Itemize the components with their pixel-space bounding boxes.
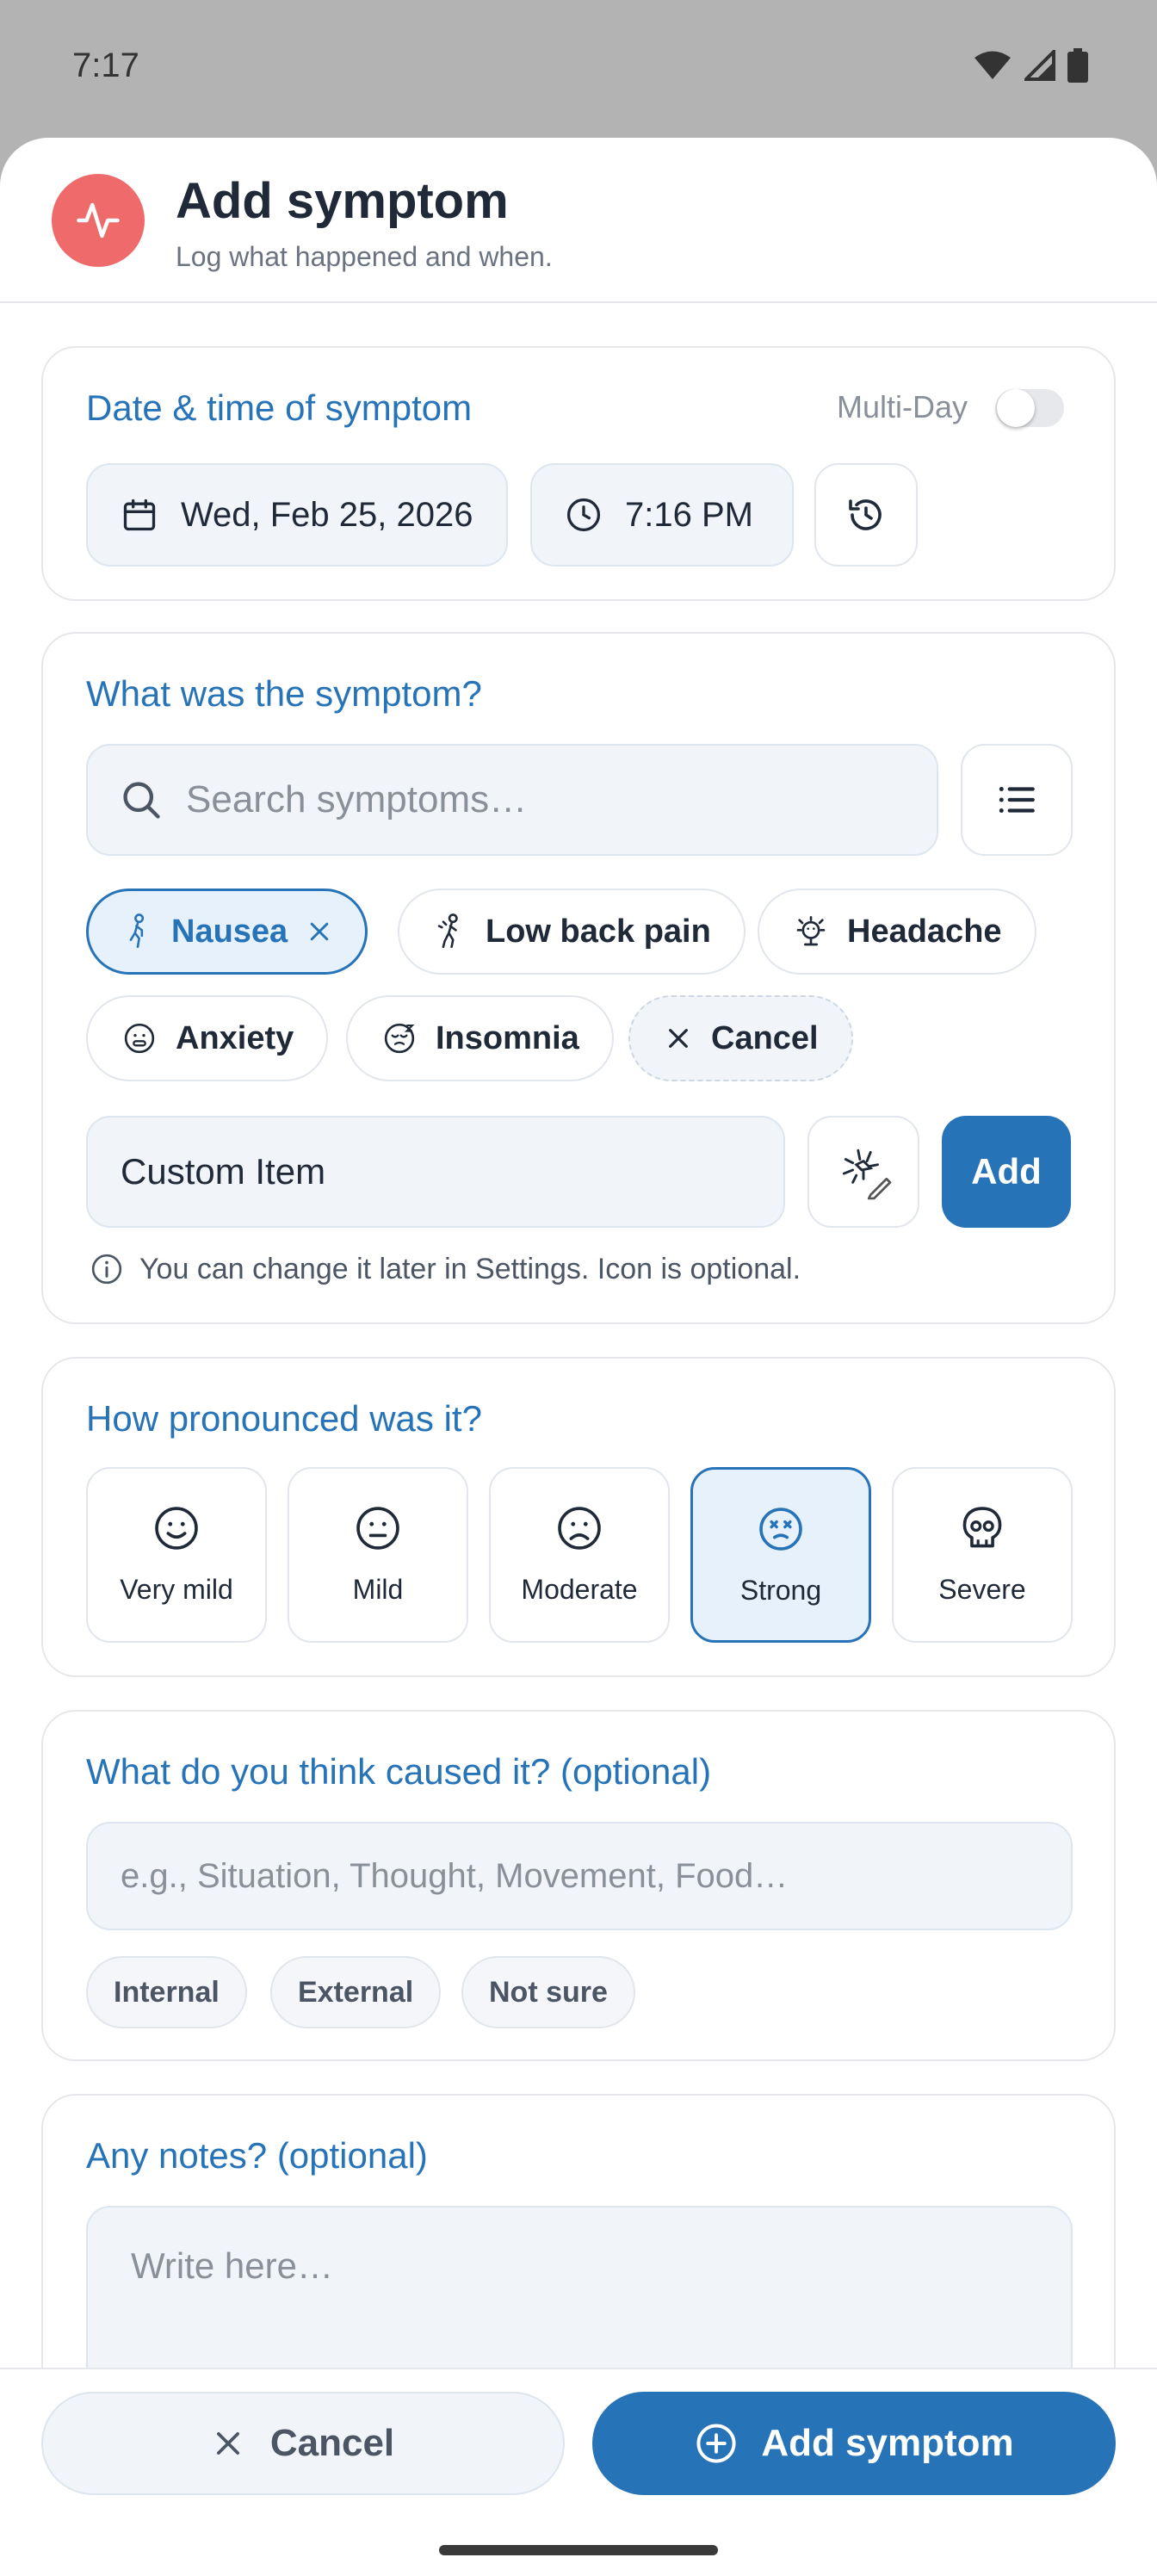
tired-face-icon bbox=[384, 1023, 415, 1054]
date-value: Wed, Feb 25, 2026 bbox=[181, 495, 473, 534]
chip-label: Anxiety bbox=[176, 1019, 294, 1056]
time-value: 7:16 PM bbox=[625, 495, 753, 534]
severity-very-mild[interactable]: Very mild bbox=[86, 1467, 267, 1643]
symptom-title: What was the symptom? bbox=[86, 673, 482, 714]
close-icon bbox=[669, 1029, 688, 1048]
chip-nausea[interactable]: Nausea bbox=[86, 889, 368, 975]
severity-severe[interactable]: Severe bbox=[892, 1467, 1073, 1643]
chip-low-back-pain[interactable]: Low back pain bbox=[398, 889, 746, 975]
recent-times-button[interactable] bbox=[814, 463, 918, 567]
add-symptom-button-label: Add symptom bbox=[761, 2422, 1014, 2464]
cause-chip-internal[interactable]: Internal bbox=[86, 1956, 247, 2028]
home-indicator[interactable] bbox=[439, 2545, 718, 2555]
page-subtitle: Log what happened and when. bbox=[176, 241, 553, 272]
battery-icon bbox=[1067, 48, 1088, 83]
custom-item-value: Custom Item bbox=[121, 1151, 326, 1192]
back-pain-icon bbox=[437, 913, 458, 949]
multi-day-label: Multi-Day bbox=[836, 389, 968, 424]
chip-label: Nausea bbox=[171, 913, 288, 950]
wifi-icon bbox=[974, 51, 1011, 79]
time-picker-button[interactable]: 7:16 PM bbox=[530, 463, 794, 567]
severity-card: How pronounced was it? Very mild Mild Mo… bbox=[41, 1357, 1116, 1677]
chip-anxiety[interactable]: Anxiety bbox=[86, 995, 329, 1081]
search-placeholder: Search symptoms… bbox=[186, 778, 528, 820]
choose-icon-button[interactable] bbox=[807, 1116, 919, 1228]
multi-day-toggle[interactable] bbox=[995, 389, 1064, 427]
cancel-button[interactable]: Cancel bbox=[41, 2392, 565, 2495]
chip-label: Insomnia bbox=[436, 1019, 579, 1056]
chip-cancel-edit[interactable]: Cancel bbox=[628, 995, 853, 1081]
severity-moderate[interactable]: Moderate bbox=[489, 1467, 670, 1643]
cause-input[interactable]: e.g., Situation, Thought, Movement, Food… bbox=[86, 1822, 1073, 1930]
severity-label: Very mild bbox=[120, 1574, 233, 1605]
dizzy-face-icon bbox=[759, 1508, 802, 1551]
chip-label: Low back pain bbox=[486, 913, 711, 950]
anxious-face-icon bbox=[124, 1023, 155, 1054]
clock-icon bbox=[566, 498, 601, 532]
symptom-search-input[interactable]: Search symptoms… bbox=[86, 744, 938, 856]
activity-icon bbox=[52, 174, 145, 267]
toggle-knob bbox=[997, 389, 1035, 427]
severity-strong[interactable]: Strong bbox=[690, 1467, 871, 1643]
severity-label: Severe bbox=[938, 1574, 1026, 1605]
add-symptom-button[interactable]: Add symptom bbox=[592, 2392, 1116, 2495]
nausea-person-icon bbox=[129, 913, 145, 949]
cause-chip-external[interactable]: External bbox=[270, 1956, 442, 2028]
neutral-face-icon bbox=[356, 1507, 399, 1550]
frown-face-icon bbox=[558, 1507, 601, 1550]
custom-item-hint: You can change it later in Settings. Ico… bbox=[90, 1252, 801, 1286]
list-icon bbox=[999, 787, 1035, 813]
add-custom-item-button[interactable]: Add bbox=[942, 1116, 1071, 1228]
hint-text: You can change it later in Settings. Ico… bbox=[139, 1252, 801, 1285]
cause-card: What do you think caused it? (optional) … bbox=[41, 1710, 1116, 2061]
add-symptom-sheet: Add symptom Log what happened and when. … bbox=[0, 138, 1157, 2576]
symptom-list-button[interactable] bbox=[961, 744, 1073, 856]
custom-item-input[interactable]: Custom Item bbox=[86, 1116, 785, 1228]
icon-picker-icon bbox=[842, 1149, 892, 1200]
smile-face-icon bbox=[155, 1507, 198, 1550]
sheet-footer: Cancel Add symptom bbox=[0, 2368, 1157, 2576]
severity-label: Moderate bbox=[521, 1574, 638, 1605]
status-icons bbox=[973, 48, 1088, 83]
close-icon bbox=[216, 2432, 239, 2455]
cause-chip-not-sure[interactable]: Not sure bbox=[461, 1956, 635, 2028]
plus-circle-icon bbox=[696, 2424, 736, 2463]
cause-placeholder: e.g., Situation, Thought, Movement, Food… bbox=[121, 1856, 789, 1895]
chip-headache[interactable]: Headache bbox=[758, 889, 1036, 975]
cancel-chip-label: Cancel bbox=[711, 1019, 819, 1056]
info-icon bbox=[91, 1254, 122, 1285]
cancel-button-label: Cancel bbox=[269, 2422, 395, 2464]
severity-title: How pronounced was it? bbox=[86, 1398, 482, 1439]
notes-placeholder: Write here… bbox=[131, 2245, 333, 2286]
search-icon bbox=[123, 782, 160, 819]
signal-icon bbox=[1024, 50, 1055, 81]
headache-icon bbox=[796, 916, 826, 946]
remove-chip-icon[interactable] bbox=[306, 919, 332, 944]
skull-icon bbox=[962, 1507, 1002, 1548]
calendar-icon bbox=[123, 498, 156, 531]
chip-label: Headache bbox=[847, 913, 1002, 950]
history-icon bbox=[849, 499, 882, 530]
date-time-title: Date & time of symptom bbox=[86, 387, 473, 428]
date-time-card: Date & time of symptom Multi-Day Wed, Fe… bbox=[41, 346, 1116, 601]
status-time: 7:17 bbox=[72, 46, 139, 84]
cause-title: What do you think caused it? (optional) bbox=[86, 1751, 712, 1792]
chip-insomnia[interactable]: Insomnia bbox=[346, 995, 614, 1081]
severity-label: Strong bbox=[739, 1575, 822, 1606]
notes-title: Any notes? (optional) bbox=[86, 2135, 428, 2176]
status-bar: 7:17 bbox=[0, 0, 1157, 138]
severity-mild[interactable]: Mild bbox=[288, 1467, 468, 1643]
sheet-header: Add symptom Log what happened and when. bbox=[0, 138, 1157, 303]
severity-label: Mild bbox=[352, 1574, 404, 1605]
page-title: Add symptom bbox=[176, 173, 509, 229]
date-picker-button[interactable]: Wed, Feb 25, 2026 bbox=[86, 463, 508, 567]
symptom-card: What was the symptom? Search symptoms… N… bbox=[41, 632, 1116, 1324]
